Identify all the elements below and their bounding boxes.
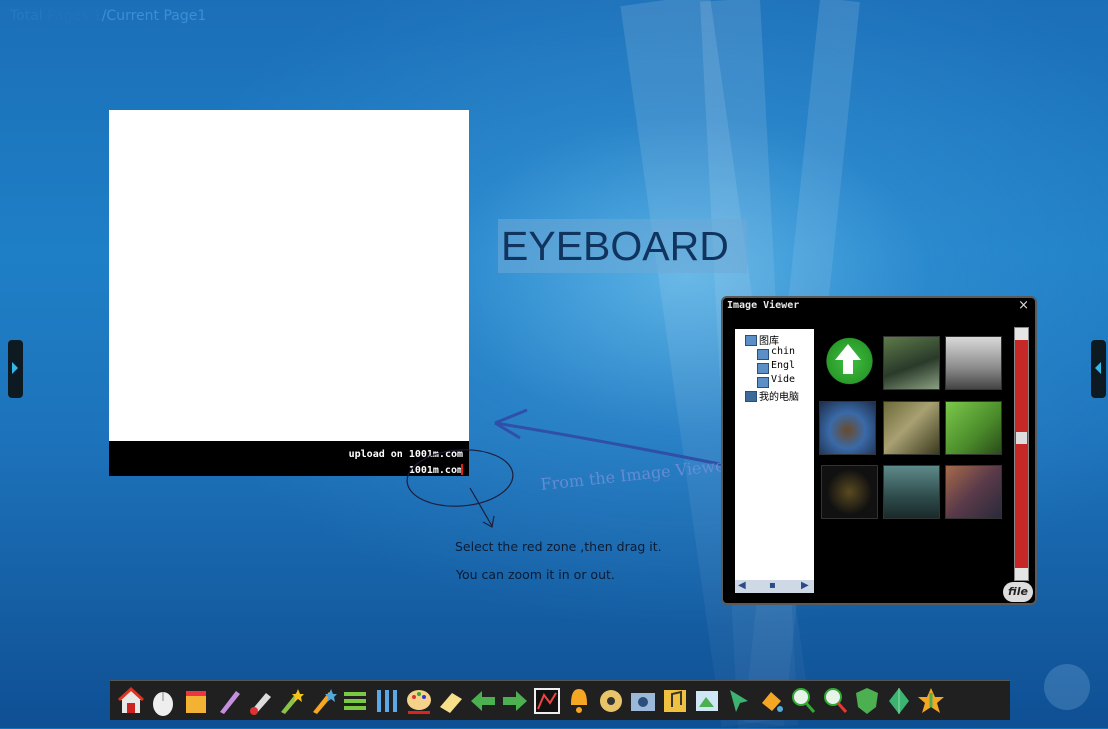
columns-icon[interactable] bbox=[372, 685, 402, 717]
bell-icon[interactable] bbox=[564, 685, 594, 717]
page-status: Total Pages 1/Current Page1 bbox=[10, 8, 206, 24]
image-thumb[interactable] bbox=[883, 401, 940, 455]
instruction-line-2: You can zoom it in or out. bbox=[456, 567, 615, 582]
left-panel-handle[interactable] bbox=[8, 340, 23, 398]
image-caption-upload: upload on 1001m.com bbox=[348, 449, 463, 460]
note-icon[interactable] bbox=[182, 685, 212, 717]
fill-icon[interactable] bbox=[756, 685, 786, 717]
tree-item-chin[interactable]: chin bbox=[771, 346, 795, 357]
up-arrow-icon bbox=[835, 344, 861, 374]
tree-horizontal-scrollbar[interactable]: ◀ ▪ ▶ bbox=[735, 580, 814, 593]
image-thumb[interactable] bbox=[945, 465, 1002, 519]
image-viewer-title: Image Viewer bbox=[727, 300, 800, 311]
red-drag-zone[interactable] bbox=[451, 464, 463, 475]
tree-item-my-computer[interactable]: 我的电脑 bbox=[759, 388, 799, 403]
folder-icon bbox=[757, 377, 769, 388]
chevron-right-icon bbox=[12, 362, 18, 374]
scroll-down-icon[interactable] bbox=[1015, 568, 1028, 580]
shield-icon[interactable] bbox=[852, 685, 882, 717]
image-thumb[interactable] bbox=[945, 336, 1002, 390]
folder-icon bbox=[745, 335, 757, 346]
instruction-line-1: Select the red zone ,then drag it. bbox=[455, 539, 662, 554]
image-thumb[interactable] bbox=[945, 401, 1002, 455]
bottom-toolbar bbox=[110, 680, 1010, 720]
tree-item-engl[interactable]: Engl bbox=[771, 360, 795, 371]
brush-icon[interactable] bbox=[246, 685, 276, 717]
thumbnail-scrollbar[interactable] bbox=[1014, 327, 1029, 581]
image-canvas bbox=[109, 110, 469, 441]
eyeboard-title[interactable]: EYEBOARD bbox=[498, 219, 747, 273]
screen-shot-icon[interactable] bbox=[692, 685, 722, 717]
palette-icon[interactable] bbox=[404, 685, 434, 717]
file-button[interactable]: file bbox=[1003, 582, 1033, 602]
music-icon[interactable] bbox=[660, 685, 690, 717]
arrow-stroke-down bbox=[469, 487, 495, 528]
folder-icon bbox=[757, 349, 769, 360]
tree-item-library[interactable]: 图库 bbox=[759, 332, 779, 347]
home-icon[interactable] bbox=[116, 685, 146, 717]
cursor-icon[interactable] bbox=[724, 685, 754, 717]
zoom-out-icon[interactable] bbox=[820, 685, 850, 717]
inserted-image[interactable]: upload on 1001m.com 1001m.com bbox=[109, 110, 469, 476]
folder-tree[interactable]: 图库 chin Engl Vide 我的电脑 ◀ ▪ ▶ bbox=[735, 329, 814, 593]
scroll-up-icon[interactable] bbox=[1015, 328, 1028, 340]
mouse-icon[interactable] bbox=[148, 685, 178, 717]
arrow-right-icon[interactable] bbox=[500, 685, 530, 717]
scroll-left-icon[interactable]: ◀ bbox=[738, 580, 746, 591]
lines-icon[interactable] bbox=[340, 685, 370, 717]
scroll-thumb[interactable] bbox=[1016, 432, 1027, 444]
camera-icon[interactable] bbox=[628, 685, 658, 717]
film-icon[interactable] bbox=[596, 685, 626, 717]
right-panel-handle[interactable] bbox=[1091, 340, 1106, 398]
arrowhead-stroke bbox=[494, 408, 528, 440]
image-box-icon[interactable] bbox=[532, 685, 562, 717]
zoom-in-icon[interactable] bbox=[788, 685, 818, 717]
corner-glow bbox=[1044, 664, 1090, 710]
scroll-thumb[interactable]: ▪ bbox=[769, 580, 776, 591]
chevron-left-icon bbox=[1095, 362, 1101, 374]
folder-icon bbox=[757, 363, 769, 374]
arrow-left-icon[interactable] bbox=[468, 685, 498, 717]
computer-icon bbox=[745, 391, 757, 402]
close-icon[interactable]: × bbox=[1018, 298, 1029, 313]
page-status-current: /Current Page1 bbox=[101, 8, 207, 24]
star-icon[interactable] bbox=[916, 685, 946, 717]
star-pen-icon[interactable] bbox=[308, 685, 338, 717]
image-thumb[interactable] bbox=[883, 465, 940, 519]
pen-icon[interactable] bbox=[214, 685, 244, 717]
page-status-prefix: Total bbox=[10, 8, 43, 24]
image-thumb[interactable] bbox=[883, 336, 940, 390]
image-viewer-window[interactable]: Image Viewer × 图库 chin Engl Vide 我的电脑 ◀ … bbox=[721, 296, 1037, 605]
magic-pen-icon[interactable] bbox=[276, 685, 306, 717]
page-status-total: Pages 1 bbox=[47, 8, 102, 24]
crystal-icon[interactable] bbox=[884, 685, 914, 717]
image-thumb[interactable] bbox=[819, 401, 876, 455]
scroll-right-icon[interactable]: ▶ bbox=[801, 580, 809, 591]
tree-item-vide[interactable]: Vide bbox=[771, 374, 795, 385]
eraser-icon[interactable] bbox=[436, 685, 466, 717]
image-thumb[interactable] bbox=[821, 465, 878, 519]
